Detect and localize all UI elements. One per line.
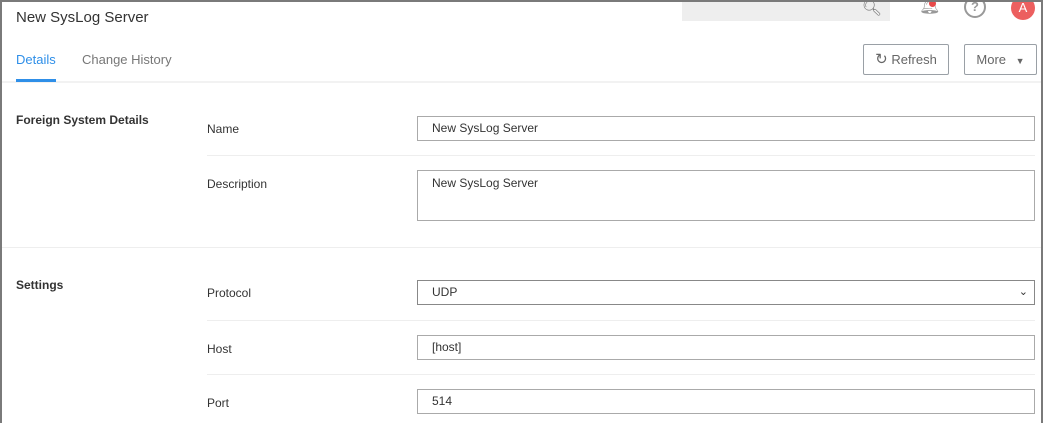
divider (207, 155, 1035, 156)
more-button[interactable]: More ▼ (964, 44, 1037, 75)
chevron-down-icon: ⌄ (1018, 286, 1028, 298)
description-label: Description (207, 177, 268, 191)
host-label: Host (207, 342, 232, 356)
port-input[interactable]: 514 (417, 389, 1035, 414)
refresh-icon: ↻ (875, 51, 888, 68)
more-label: More (976, 52, 1007, 67)
refresh-label: Refresh (891, 52, 937, 67)
avatar[interactable]: A (1011, 2, 1035, 20)
section-divider (2, 247, 1041, 248)
section-title-settings: Settings (16, 278, 64, 292)
tab-details[interactable]: Details (16, 52, 56, 82)
protocol-value: UDP (432, 285, 458, 299)
protocol-select[interactable]: UDP ⌄ (417, 280, 1035, 305)
refresh-button[interactable]: ↻ Refresh (863, 44, 949, 75)
page-title: New SysLog Server (16, 9, 149, 26)
notification-dot (929, 2, 936, 7)
section-title-foreign: Foreign System Details (16, 113, 149, 127)
caret-down-icon: ▼ (1015, 56, 1025, 66)
divider (207, 320, 1035, 321)
search-input[interactable]: 🔍︎ (682, 2, 890, 21)
tab-change-history[interactable]: Change History (82, 52, 172, 79)
host-input[interactable]: [host] (417, 335, 1035, 360)
port-label: Port (207, 396, 230, 410)
window: New SysLog Server 🔍︎ 🔔︎ ? A Details Chan… (0, 0, 1043, 423)
search-icon[interactable]: 🔍︎ (862, 2, 882, 18)
divider (207, 374, 1035, 375)
name-label: Name (207, 122, 240, 136)
description-textarea[interactable]: New SysLog Server (417, 170, 1035, 221)
help-icon[interactable]: ? (964, 2, 986, 18)
protocol-label: Protocol (207, 286, 252, 300)
notification-bell-icon[interactable]: 🔔︎ (919, 2, 941, 16)
name-input[interactable]: New SysLog Server (417, 116, 1035, 141)
